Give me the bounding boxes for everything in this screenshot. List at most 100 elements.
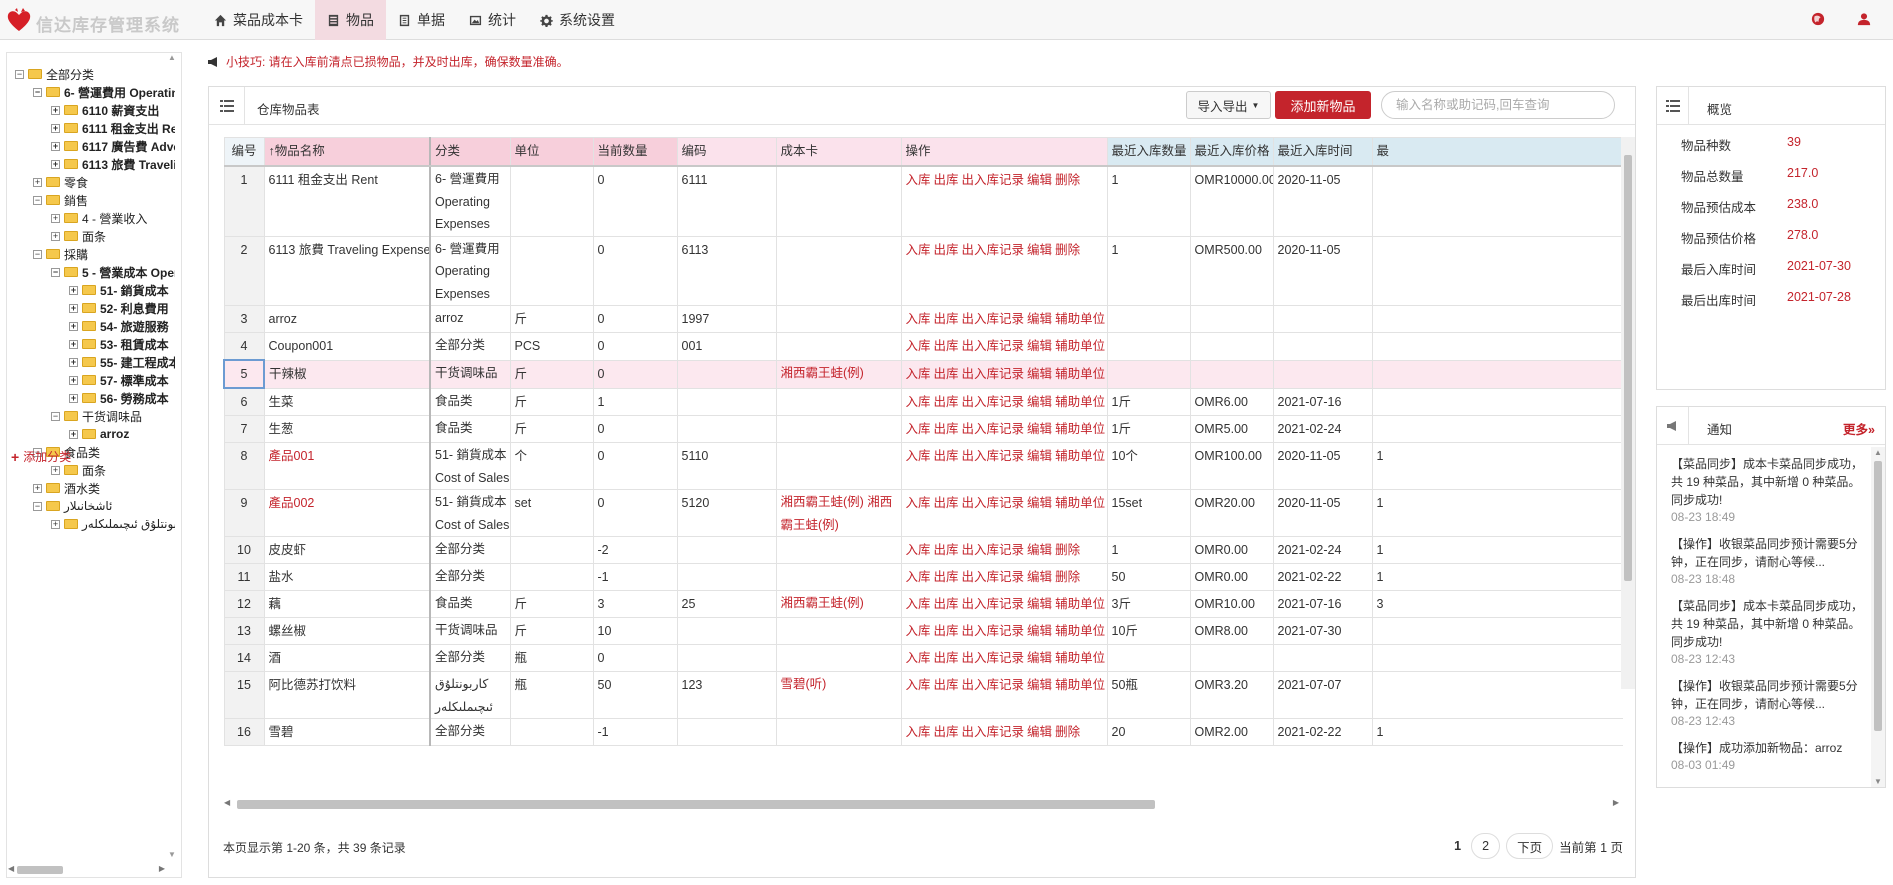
tree-node[interactable]: +53- 租賃成本 xyxy=(15,335,175,353)
cell-actions[interactable]: 入库出库出入库记录编辑辅助单位删除 xyxy=(900,387,1108,416)
col-header-category[interactable]: 分类 xyxy=(429,137,511,167)
row-action-link[interactable]: 删除 xyxy=(1055,725,1080,739)
row-action-link[interactable]: 编辑 xyxy=(1027,624,1052,638)
row-action-link[interactable]: 入库 xyxy=(906,173,931,187)
table-row[interactable]: 2 6113 旅費 Traveling Expense 6- 營運費用 Operat… xyxy=(223,235,1623,306)
collapse-icon[interactable]: − xyxy=(33,87,42,97)
row-action-link[interactable]: 出入库记录 xyxy=(962,173,1025,187)
tree-node[interactable]: +56- 勞務成本 xyxy=(15,389,175,407)
tree-node[interactable]: + كاربونتلۇق ئىچىملىكلەر xyxy=(15,515,175,533)
scroll-up-arrow-icon[interactable]: ▲ xyxy=(168,53,176,62)
row-action-link[interactable]: 辅助单位 xyxy=(1055,624,1105,638)
row-action-link[interactable]: 入库 xyxy=(906,624,931,638)
next-page-button[interactable]: 下页 xyxy=(1506,833,1554,859)
cell-actions[interactable]: 入库出库出入库记录编辑辅助单位删除 xyxy=(900,305,1108,333)
globe-icon[interactable] xyxy=(1811,12,1827,28)
row-action-link[interactable]: 编辑 xyxy=(1027,725,1052,739)
row-action-link[interactable]: 出入库记录 xyxy=(962,496,1025,510)
row-action-link[interactable]: 编辑 xyxy=(1027,312,1052,326)
nav-item-settings[interactable]: 系统设置 xyxy=(528,0,627,40)
cell-actions[interactable]: 入库出库出入库记录编辑辅助单位删除 xyxy=(900,644,1108,672)
scroll-up-arrow-icon[interactable]: ▲ xyxy=(1874,448,1882,457)
tree-horizontal-scrollbar[interactable]: ◀ ▶ xyxy=(7,863,167,877)
tree-vertical-scrollbar[interactable]: ▲ ▼ xyxy=(165,53,179,859)
row-action-link[interactable]: 辅助单位 xyxy=(1055,496,1105,510)
row-action-link[interactable]: 出库 xyxy=(934,173,959,187)
cell-actions[interactable]: 入库出库出入库记录编辑辅助单位删除 xyxy=(900,617,1108,645)
tree-node[interactable]: − 干货调味品 xyxy=(15,407,175,425)
row-action-link[interactable]: 出库 xyxy=(934,243,959,257)
import-export-dropdown[interactable]: 导入导出 ▼ xyxy=(1186,91,1271,119)
page-2-button[interactable]: 2 xyxy=(1471,833,1501,859)
row-action-link[interactable]: 入库 xyxy=(906,543,931,557)
scroll-down-arrow-icon[interactable]: ▼ xyxy=(1874,777,1882,786)
tree-node[interactable]: +6113 旅費 Traveling Expense xyxy=(15,155,175,173)
row-action-link[interactable]: 入库 xyxy=(906,570,931,584)
table-row[interactable]: 9 產品002 51- 銷貨成本 Cost of Sales set 0 5120 湘西霸王… xyxy=(223,489,1623,537)
cell-actions[interactable]: 入库出库出入库记录编辑辅助单位删除 xyxy=(900,442,1108,490)
col-header-last-in-time[interactable]: 最近入库时间 xyxy=(1272,137,1373,167)
row-action-link[interactable]: 辅助单位 xyxy=(1055,312,1105,326)
cell-cost-card[interactable] xyxy=(775,563,902,591)
row-action-link[interactable]: 辅助单位 xyxy=(1055,651,1105,665)
expand-icon[interactable]: + xyxy=(51,519,60,529)
cell-actions[interactable]: 入库 出库 出入库记录 编辑 删除 xyxy=(900,165,1108,237)
row-action-link[interactable]: 入库 xyxy=(906,312,931,326)
row-action-link[interactable]: 入库 xyxy=(906,367,931,381)
add-category-link[interactable]: + 添加分类 xyxy=(11,448,71,465)
row-action-link[interactable]: 出库 xyxy=(934,496,959,510)
row-action-link[interactable]: 出入库记录 xyxy=(962,367,1025,381)
row-action-link[interactable]: 入库 xyxy=(906,243,931,257)
expand-icon[interactable]: + xyxy=(69,321,78,331)
table-row[interactable]: 1 6111 租金支出 Rent 6- 營運費用 Operating Expense… xyxy=(223,165,1623,237)
cell-cost-card[interactable] xyxy=(775,644,902,672)
cell-actions[interactable]: 入库出库出入库记录编辑辅助单位删除 xyxy=(900,489,1108,537)
expand-icon[interactable]: + xyxy=(69,339,78,349)
table-row[interactable]: 3arrozarroz斤01997入库出库出入库记录编辑辅助单位删除 xyxy=(223,305,1623,333)
row-action-link[interactable]: 编辑 xyxy=(1027,422,1052,436)
cell-cost-card[interactable] xyxy=(775,387,902,416)
scroll-right-arrow-icon[interactable]: ▶ xyxy=(159,864,165,873)
row-action-link[interactable]: 出库 xyxy=(934,422,959,436)
row-action-link[interactable]: 删除 xyxy=(1055,243,1080,257)
nav-item-cost-card[interactable]: 菜品成本卡 xyxy=(202,0,315,40)
cell-cost-card[interactable]: 雪碧(听) xyxy=(775,671,902,719)
scroll-thumb[interactable] xyxy=(1874,461,1882,731)
cell-cost-card[interactable] xyxy=(775,536,902,564)
expand-icon[interactable]: + xyxy=(51,213,60,223)
cell-cost-card[interactable] xyxy=(775,332,902,361)
row-action-link[interactable]: 入库 xyxy=(906,449,931,463)
row-action-link[interactable]: 入库 xyxy=(906,395,931,409)
table-row[interactable]: 5干辣椒干货调味品斤0 湘西霸王蛙(例)入库出库出入库记录编辑辅助单位删除 xyxy=(223,359,1623,389)
row-action-link[interactable]: 出入库记录 xyxy=(962,395,1025,409)
cell-cost-card[interactable]: 湘西霸王蛙(例) 湘西霸王蛙(例) xyxy=(775,489,902,537)
tree-node[interactable]: +57- 標準成本 xyxy=(15,371,175,389)
table-vertical-scrollbar[interactable] xyxy=(1621,137,1635,689)
cell-actions[interactable]: 入库出库出入库记录编辑辅助单位删除 xyxy=(900,415,1108,443)
col-header-quantity[interactable]: 当前数量 xyxy=(592,137,678,167)
row-action-link[interactable]: 入库 xyxy=(906,422,931,436)
table-row[interactable]: 14酒全部分类瓶0 入库出库出入库记录编辑辅助单位删除 xyxy=(223,644,1623,672)
table-row[interactable]: 7生葱食品类斤0 入库出库出入库记录编辑辅助单位删除1斤OMR5.002021-0… xyxy=(223,415,1623,443)
tree-node[interactable]: − 銷售 xyxy=(15,191,175,209)
row-action-link[interactable]: 删除 xyxy=(1055,173,1080,187)
app-logo[interactable]: 信达库存管理系统 xyxy=(6,6,181,35)
expand-icon[interactable]: + xyxy=(33,483,42,493)
row-action-link[interactable]: 出入库记录 xyxy=(962,678,1025,692)
row-action-link[interactable]: 出库 xyxy=(934,449,959,463)
row-action-link[interactable]: 出入库记录 xyxy=(962,339,1025,353)
row-action-link[interactable]: 编辑 xyxy=(1027,449,1052,463)
row-action-link[interactable]: 编辑 xyxy=(1027,678,1052,692)
cell-actions[interactable]: 入库出库出入库记录编辑辅助单位删除 xyxy=(900,332,1108,361)
notice-item[interactable]: 【菜品同步】成本卡菜品同步成功，共 19 种菜品，其中新增 0 种菜品。同步成功… xyxy=(1671,455,1867,525)
cell-actions[interactable]: 入库 出库 出入库记录 编辑 删除 xyxy=(900,718,1108,746)
tree-node[interactable]: +51- 銷貨成本 xyxy=(15,281,175,299)
collapse-icon[interactable]: − xyxy=(33,249,42,259)
search-input[interactable] xyxy=(1381,91,1615,119)
expand-icon[interactable]: + xyxy=(51,231,60,241)
expand-icon[interactable]: + xyxy=(51,105,60,115)
scroll-thumb[interactable] xyxy=(1624,155,1632,581)
row-action-link[interactable]: 编辑 xyxy=(1027,597,1052,611)
cell-cost-card[interactable] xyxy=(775,165,902,237)
tree-node[interactable]: − 採購 xyxy=(15,245,175,263)
